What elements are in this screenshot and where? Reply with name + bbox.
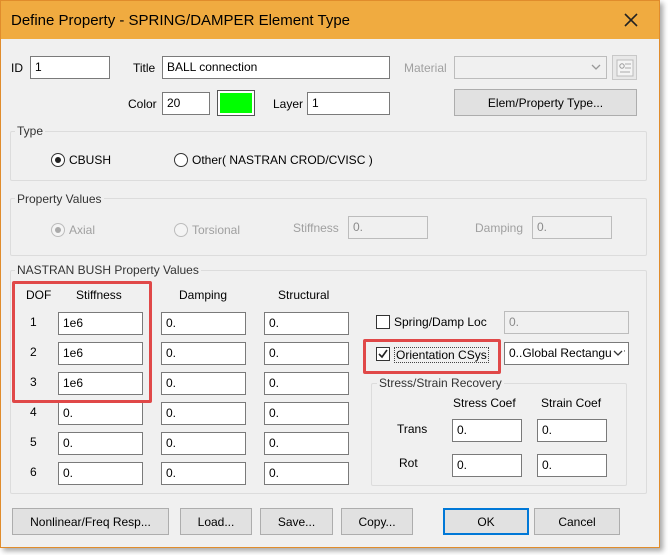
- damping-field-4[interactable]: 0.: [161, 402, 246, 425]
- torsional-label: Torsional: [192, 223, 241, 237]
- structural-field-3[interactable]: 0.: [264, 372, 349, 395]
- structural-header: Structural: [278, 288, 330, 302]
- strain-coef-header: Strain Coef: [541, 396, 602, 410]
- structural-field-2[interactable]: 0.: [264, 342, 349, 365]
- rot-stress-field[interactable]: 0.: [452, 454, 522, 477]
- damping-label: Damping: [475, 221, 524, 235]
- cbush-radio[interactable]: [51, 153, 65, 167]
- orientation-csys-select[interactable]: 0..Global Rectangular: [504, 342, 629, 365]
- structural-field-4[interactable]: 0.: [264, 402, 349, 425]
- ok-button[interactable]: OK: [443, 508, 529, 535]
- axial-label: Axial: [69, 223, 96, 237]
- nonlinear-freq-resp-button[interactable]: Nonlinear/Freq Resp...: [12, 508, 169, 535]
- layer-label: Layer: [273, 97, 304, 111]
- damping-header: Damping: [179, 288, 228, 302]
- spring-damp-loc-label: Spring/Damp Loc: [394, 315, 487, 329]
- save-button[interactable]: Save...: [260, 508, 333, 535]
- damping-field-2[interactable]: 0.: [161, 342, 246, 365]
- stiffness-field[interactable]: 0.: [348, 216, 428, 239]
- load-button[interactable]: Load...: [180, 508, 252, 535]
- define-property-dialog: Define Property - SPRING/DAMPER Element …: [0, 0, 660, 548]
- dof-row-label: 4: [30, 405, 37, 419]
- trans-stress-field[interactable]: 0.: [452, 419, 522, 442]
- trans-label: Trans: [397, 422, 428, 436]
- stiffness-field-4[interactable]: 0.: [58, 402, 143, 425]
- rot-strain-field[interactable]: 0.: [537, 454, 607, 477]
- damping-field-1[interactable]: 0.: [161, 312, 246, 335]
- structural-field-6[interactable]: 0.: [264, 462, 349, 485]
- id-label: ID: [11, 61, 23, 75]
- spring-damp-loc-checkbox[interactable]: [376, 315, 390, 329]
- other-radio[interactable]: [174, 153, 188, 167]
- chevron-down-icon: [612, 347, 624, 359]
- id-field[interactable]: 1: [30, 56, 110, 79]
- stiffness-field-5[interactable]: 0.: [58, 432, 143, 455]
- damping-field-3[interactable]: 0.: [161, 372, 246, 395]
- axial-radio[interactable]: [51, 223, 65, 237]
- cancel-button[interactable]: Cancel: [534, 508, 620, 535]
- elem-property-type-button[interactable]: Elem/Property Type...: [454, 89, 637, 116]
- stiffness-field-6[interactable]: 0.: [58, 462, 143, 485]
- damping-field[interactable]: 0.: [532, 216, 612, 239]
- rot-label: Rot: [399, 456, 418, 470]
- type-group-title: Type: [15, 124, 46, 138]
- recovery-group-title: Stress/Strain Recovery: [377, 376, 504, 390]
- title-label: Title: [133, 61, 156, 75]
- other-label: Other( NASTRAN CROD/CVISC ): [192, 153, 373, 167]
- bush-group-title: NASTRAN BUSH Property Values: [15, 263, 201, 277]
- damping-field-5[interactable]: 0.: [161, 432, 246, 455]
- dof-row-label: 6: [30, 465, 37, 479]
- material-library-icon: [616, 59, 633, 76]
- title-field[interactable]: BALL connection: [162, 56, 390, 79]
- close-icon[interactable]: [621, 10, 641, 30]
- material-label: Material: [404, 61, 447, 75]
- damping-field-6[interactable]: 0.: [161, 462, 246, 485]
- cbush-label: CBUSH: [69, 153, 112, 167]
- chevron-down-icon: [591, 64, 601, 70]
- torsional-radio[interactable]: [174, 223, 188, 237]
- structural-field-5[interactable]: 0.: [264, 432, 349, 455]
- stress-coef-header: Stress Coef: [453, 396, 516, 410]
- material-browse-button[interactable]: [612, 55, 637, 80]
- color-swatch-button[interactable]: [217, 90, 255, 116]
- layer-field[interactable]: 1: [307, 92, 390, 115]
- title-bar[interactable]: Define Property - SPRING/DAMPER Element …: [1, 1, 659, 39]
- property-values-title: Property Values: [15, 192, 104, 206]
- color-swatch: [220, 93, 252, 113]
- material-select[interactable]: [454, 56, 607, 79]
- orientation-csys-value: 0..Global Rectangular: [509, 346, 626, 360]
- stiffness-label: Stiffness: [293, 221, 339, 235]
- window-title: Define Property - SPRING/DAMPER Element …: [11, 11, 351, 29]
- trans-strain-field[interactable]: 0.: [537, 419, 607, 442]
- dof-row-label: 5: [30, 435, 37, 449]
- color-label: Color: [128, 97, 157, 111]
- copy-button[interactable]: Copy...: [341, 508, 413, 535]
- color-field[interactable]: 20: [162, 92, 210, 115]
- orientation-highlight-box: [363, 339, 501, 374]
- spring-damp-loc-field[interactable]: 0.: [504, 311, 629, 334]
- structural-field-1[interactable]: 0.: [264, 312, 349, 335]
- stiffness-highlight-box: [12, 281, 152, 403]
